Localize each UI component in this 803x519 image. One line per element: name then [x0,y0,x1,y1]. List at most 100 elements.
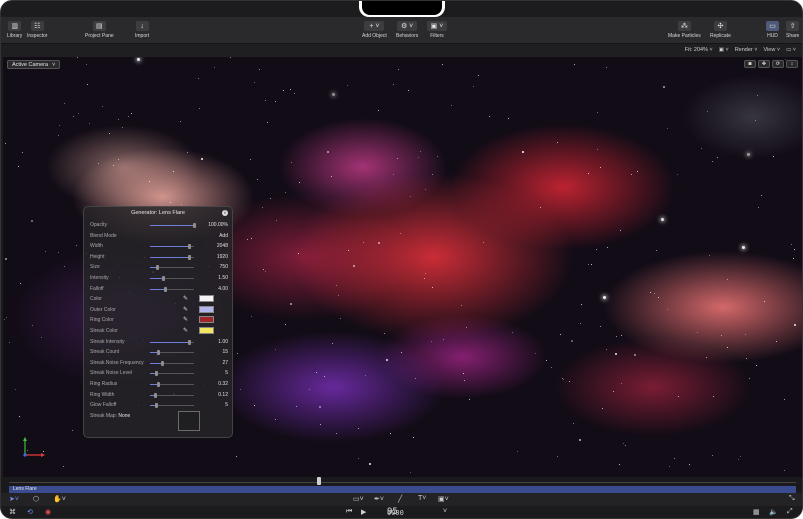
fullscreen-icon[interactable]: ⤢ [787,508,793,516]
record-icon[interactable]: ◉ [45,508,51,516]
slider-knob[interactable] [188,339,192,345]
slider-knob[interactable] [188,244,192,250]
hud-row-ring-color: Ring Color ✎ [90,316,228,324]
add-object-button[interactable]: + ˅ Add Object [362,21,387,39]
orbit-view-icon[interactable]: ⟳ [772,60,784,68]
timeline-toggle-icon[interactable]: ▦ [753,508,760,516]
slider-knob[interactable] [188,254,192,260]
mask-tool-icon[interactable]: ▣˅ [438,495,449,503]
shape-tool-icon[interactable]: ▭˅ [353,495,364,503]
camera-view-icon[interactable]: ◙ [744,60,756,68]
slider-knob[interactable] [160,360,164,366]
star [424,272,426,274]
playhead[interactable] [317,477,321,485]
dolly-view-icon[interactable]: ↕ [786,60,798,68]
slider-knob[interactable] [157,350,161,356]
camera-select[interactable]: Active Camera ˅ [7,60,61,69]
loop-icon[interactable]: ⟲ [27,508,33,516]
eyedropper-icon[interactable]: ✎ [183,306,188,313]
slider-knob[interactable] [155,371,159,377]
render-menu[interactable]: Render ˅ [735,47,758,53]
axis-gizmo-icon[interactable] [21,435,51,465]
color-swatch-streak-color[interactable] [199,327,214,334]
mini-timeline[interactable]: Lens Flare [1,477,802,493]
slider-knob[interactable] [155,403,159,409]
volume-icon[interactable]: 🔈 [769,508,778,516]
streak-map-label-text: Streak Map: [90,413,117,419]
hud-label-color: Color [90,296,102,303]
behaviors-button[interactable]: ⚙ ˅ Behaviors [396,21,418,39]
star [262,269,264,271]
hud-value-height: 1920 [216,253,228,260]
pan-tool-icon[interactable]: ✋˅ [53,495,66,503]
hud-panel[interactable]: Generator: Lens Flare i Opacity 100.00% Bl… [83,206,233,438]
hud-button[interactable]: ▭ HUD [766,21,779,39]
slider-knob[interactable] [163,286,167,292]
slider-streak-noise-level[interactable] [150,371,194,377]
share-button[interactable]: ⇧ Share [786,21,799,39]
replicate-button[interactable]: ✣ Replicate [710,21,731,39]
slider-streak-count[interactable] [150,350,194,356]
resize-icon[interactable]: ⤡ [789,495,795,503]
transform-tool-icon[interactable]: ⬡ [33,495,39,503]
eyedropper-icon[interactable]: ✎ [183,327,188,334]
make-particles-button[interactable]: ⁂ Make Particles [668,21,701,39]
slider-width[interactable] [150,244,194,250]
slider-glow-falloff[interactable] [150,403,194,409]
slider-knob[interactable] [161,276,165,281]
slider-height[interactable] [150,254,194,260]
hud-value-blend-mode[interactable]: Add [219,233,228,239]
slider-intensity[interactable] [150,276,194,281]
pen-tool-icon[interactable]: ✒˅ [374,495,384,503]
eyedropper-icon[interactable]: ✎ [183,295,188,302]
play-icon[interactable]: ▶ [361,508,366,516]
streak-map-well[interactable] [178,411,200,431]
import-button[interactable]: ↓ Import [135,21,149,39]
text-tool-icon[interactable]: T˅ [418,495,426,502]
slider-size[interactable] [150,265,194,271]
color-swatch-ring-color[interactable] [199,316,214,324]
streak-map-row: Streak Map: None [90,412,228,420]
layer-bar[interactable]: Lens Flare [9,486,796,493]
canvas-viewer[interactable]: Active Camera ˅ ◙ ✥ ⟳ ↕ Generator: Lens … [3,57,802,477]
star [413,437,415,439]
star [64,266,66,268]
paint-tool-icon[interactable]: ╱ [398,495,402,503]
go-to-start-icon[interactable]: ⏮ [346,508,352,516]
timecode-chevron-icon[interactable]: ˅ [443,508,447,515]
slider-falloff[interactable] [150,286,194,292]
fit-zoom-menu[interactable]: Fit: 204% ˅ [685,47,713,53]
slider-knob[interactable] [156,265,160,271]
slider-opacity[interactable] [150,223,196,228]
slider-knob[interactable] [157,382,161,387]
layout-menu[interactable]: ▭ ˅ [786,47,796,53]
slider-ring-radius[interactable] [150,382,194,387]
star [148,180,150,182]
view-label: View [763,47,776,53]
eyedropper-icon[interactable]: ✎ [183,316,188,323]
star [612,391,614,393]
star [746,358,748,360]
color-swatch-outer-color[interactable] [199,305,214,313]
slider-knob[interactable] [153,392,157,398]
view-menu[interactable]: View ˅ [763,47,780,53]
filters-button[interactable]: ▣ ˅ Filters [427,21,447,39]
info-icon[interactable]: i [222,210,228,216]
color-swatch-color[interactable] [199,295,214,303]
slider-knob[interactable] [192,223,196,228]
timecode-display[interactable]: 0000 95 [387,507,404,517]
pan-view-icon[interactable]: ✥ [758,60,770,68]
hud-row-streak-noise-level: Streak Noise Level 5 [90,369,228,377]
inspector-button[interactable]: ☷ Inspector [27,21,48,39]
keyframe-icon[interactable]: ⌘ [9,508,16,516]
star [269,197,271,199]
hud-value-streak-intensity: 1.00 [218,338,228,345]
project-pane-button[interactable]: ▤ Project Pane [85,21,114,39]
star [332,342,334,344]
library-button[interactable]: ▥ Library [7,21,22,39]
channels-menu[interactable]: ▣ ˅ [719,47,729,53]
select-tool-icon[interactable]: ➤˅ [9,495,19,503]
slider-streak-intensity[interactable] [150,339,194,345]
slider-ring-width[interactable] [150,392,194,398]
slider-streak-noise-frequency[interactable] [150,360,194,366]
